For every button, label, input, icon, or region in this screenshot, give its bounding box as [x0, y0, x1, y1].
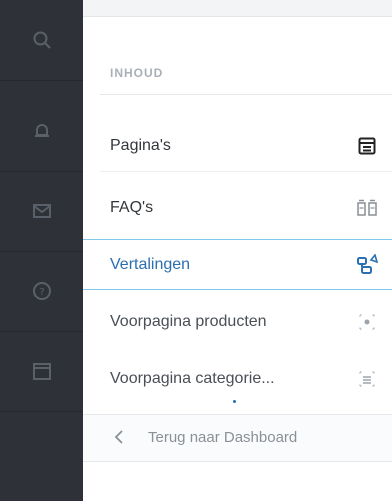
menu-item-pages[interactable]: Pagina's: [83, 120, 392, 171]
translations-icon: [356, 253, 378, 276]
panel-top-strip: [83, 0, 392, 17]
pages-icon: [356, 135, 378, 157]
section-title: INHOUD: [110, 66, 164, 80]
back-to-dashboard-link[interactable]: Terug naar Dashboard: [83, 414, 392, 462]
menu-item-label: Pagina's: [110, 136, 171, 154]
menu-divider: [100, 171, 392, 172]
rail-search-button[interactable]: [0, 0, 83, 81]
section-divider: [100, 94, 392, 95]
rail-messages-button[interactable]: [0, 171, 83, 252]
menu-item-label: Voorpagina producten: [110, 312, 267, 330]
frontpage-categories-icon: [356, 368, 378, 390]
menu-item-label: Voorpagina categorie...: [110, 369, 275, 387]
rail-notifications-button[interactable]: [0, 91, 83, 172]
mail-icon: [32, 204, 51, 218]
icon-rail: ?: [0, 0, 83, 501]
scroll-indicator-dot: [233, 400, 236, 403]
help-icon: ?: [32, 282, 51, 300]
rail-help-button[interactable]: ?: [0, 251, 83, 332]
chevron-left-icon: [114, 430, 123, 444]
search-icon: [33, 31, 51, 49]
calendar-icon: [32, 363, 51, 380]
menu-item-label: Vertalingen: [110, 255, 191, 273]
bell-icon: [34, 124, 49, 137]
menu-item-frontpage-products[interactable]: Voorpagina producten: [83, 296, 392, 347]
menu-item-frontpage-categories[interactable]: Voorpagina categorie...: [83, 353, 392, 404]
svg-text:?: ?: [39, 287, 44, 298]
menu-item-label: FAQ's: [110, 198, 154, 216]
back-to-dashboard-label: Terug naar Dashboard: [148, 429, 298, 446]
rail-calendar-button[interactable]: [0, 331, 83, 412]
faq-icon: [356, 197, 378, 219]
menu-item-translations[interactable]: Vertalingen: [83, 239, 392, 290]
frontpage-products-icon: [356, 311, 378, 333]
menu-item-faq[interactable]: FAQ's: [83, 182, 392, 233]
